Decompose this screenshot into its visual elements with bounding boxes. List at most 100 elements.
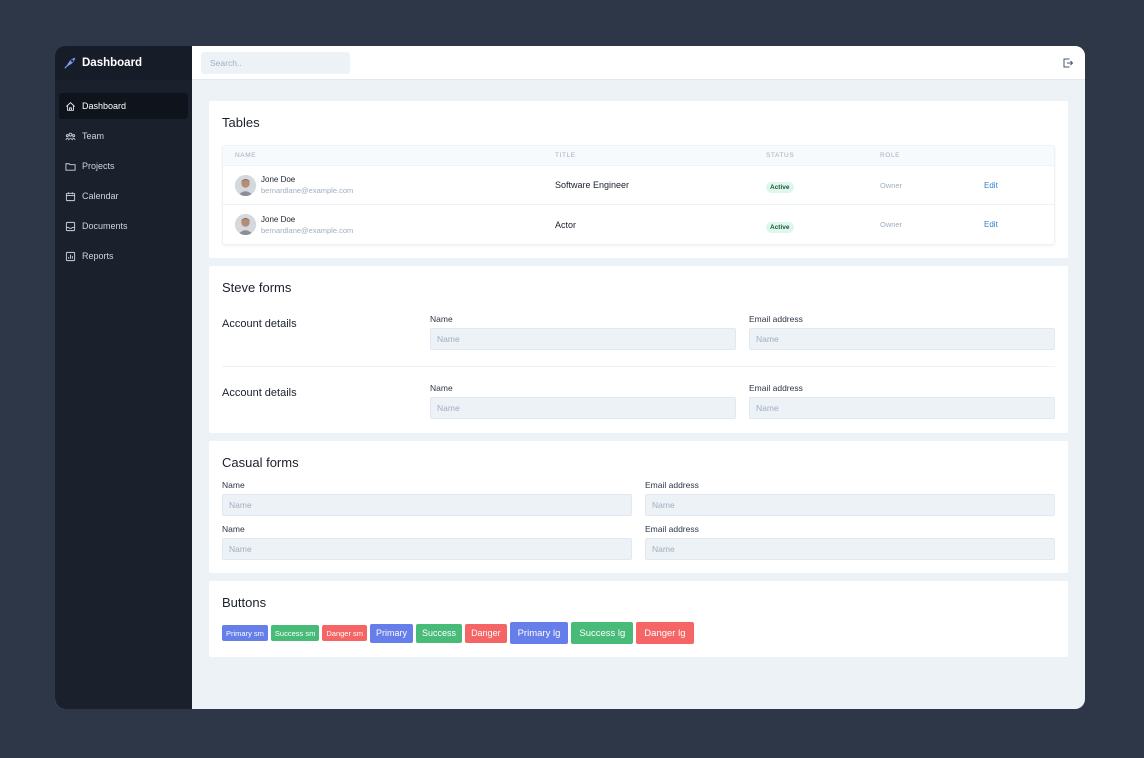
- inbox-icon: [65, 221, 76, 232]
- success-sm-button[interactable]: Success sm: [270, 625, 320, 641]
- casual-form-row: Name Email address: [222, 524, 1055, 560]
- person-email: bernardlane@example.com: [261, 225, 354, 235]
- header-title: TITLE: [555, 152, 576, 159]
- person-email: bernardlane@example.com: [261, 186, 354, 195]
- logout-icon[interactable]: [1062, 57, 1074, 69]
- header-role: ROLE: [880, 152, 901, 159]
- name-field: Name: [222, 524, 632, 560]
- sidebar-item-documents[interactable]: Documents: [59, 213, 188, 239]
- status-badge: Active: [766, 182, 794, 193]
- section-label: Account details: [222, 387, 297, 399]
- success-button[interactable]: Success: [416, 623, 463, 643]
- sidebar-nav: Dashboard Team Projects Calendar Documen…: [55, 80, 192, 269]
- search-input[interactable]: [201, 51, 350, 74]
- danger-button[interactable]: Danger: [465, 623, 507, 643]
- sidebar-item-team[interactable]: Team: [59, 123, 188, 149]
- role-cell: Owner: [880, 180, 903, 190]
- section-fields: Name Email address: [430, 383, 1055, 419]
- edit-link[interactable]: Edit: [984, 220, 998, 229]
- status-cell: Active: [766, 176, 880, 194]
- sidebar-item-projects[interactable]: Projects: [59, 153, 188, 179]
- email-label: Email address: [645, 480, 699, 490]
- email-input[interactable]: [645, 538, 1055, 560]
- brand[interactable]: Dashboard: [55, 46, 192, 80]
- app-window: Dashboard Dashboard Team Projects Calend…: [55, 46, 1085, 709]
- sidebar-item-dashboard[interactable]: Dashboard: [59, 93, 188, 119]
- email-field: Email address: [645, 480, 1055, 516]
- section-fields: Name Email address: [430, 314, 1055, 350]
- sidebar-item-label: Calendar: [82, 191, 119, 201]
- calendar-icon: [65, 191, 76, 202]
- chart-icon: [65, 251, 76, 262]
- tables-title: Tables: [222, 115, 260, 130]
- buttons-card: Buttons Primary sm Success sm Danger sm …: [209, 581, 1068, 657]
- name-input[interactable]: [222, 538, 632, 560]
- name-field: Name: [222, 480, 632, 516]
- sidebar: Dashboard Dashboard Team Projects Calend…: [55, 46, 192, 709]
- rocket-icon: [63, 56, 77, 70]
- email-input[interactable]: [749, 328, 1055, 350]
- sidebar-item-label: Team: [82, 131, 105, 141]
- job-title: Software Engineer: [555, 180, 630, 190]
- buttons-title: Buttons: [222, 595, 267, 610]
- edit-link[interactable]: Edit: [984, 181, 998, 190]
- table-header: NAME TITLE STATUS ROLE: [223, 146, 1054, 166]
- content: Tables NAME TITLE STATUS ROLE Jone Doe b…: [192, 80, 1085, 665]
- primary-lg-button[interactable]: Primary lg: [509, 622, 569, 644]
- danger-lg-button[interactable]: Danger lg: [636, 622, 694, 644]
- success-lg-button[interactable]: Success lg: [571, 622, 634, 644]
- job-title: Actor: [555, 219, 577, 230]
- avatar: [235, 214, 256, 235]
- topbar: [192, 46, 1085, 80]
- email-input[interactable]: [749, 397, 1055, 419]
- casual-form-row: Name Email address: [222, 480, 1055, 516]
- name-label: Name: [222, 524, 245, 534]
- sidebar-item-label: Documents: [82, 221, 128, 231]
- folder-icon: [65, 161, 76, 172]
- main-area: Tables NAME TITLE STATUS ROLE: [192, 46, 1085, 709]
- name-label: Name: [430, 314, 453, 324]
- status-badge: Active: [766, 221, 794, 233]
- name-label: Name: [222, 480, 245, 490]
- sidebar-item-label: Reports: [82, 251, 114, 261]
- account-details-section: Account details Name Email address: [222, 366, 1055, 419]
- button-row: Primary sm Success sm Danger sm Primary …: [222, 622, 1055, 644]
- email-label: Email address: [645, 524, 699, 534]
- email-label: Email address: [749, 314, 803, 324]
- email-field: Email address: [749, 314, 1055, 350]
- primary-sm-button[interactable]: Primary sm: [222, 625, 268, 641]
- email-field: Email address: [749, 383, 1055, 419]
- name-cell: Jone Doe bernardlane@example.com: [223, 214, 555, 235]
- header-status: STATUS: [766, 152, 795, 159]
- name-label: Name: [430, 383, 453, 393]
- casual-forms-title: Casual forms: [222, 455, 299, 470]
- steve-forms-card: Steve forms Account details Name Email a…: [209, 266, 1068, 433]
- account-details-section: Account details Name Email address: [222, 314, 1055, 366]
- person-name: Jone Doe: [261, 214, 296, 224]
- avatar: [235, 174, 256, 196]
- sidebar-item-calendar[interactable]: Calendar: [59, 183, 188, 209]
- home-icon: [65, 101, 76, 112]
- table-row: Jone Doe bernardlane@example.com Actor A…: [223, 205, 1054, 244]
- sidebar-item-reports[interactable]: Reports: [59, 243, 188, 269]
- email-input[interactable]: [645, 494, 1055, 516]
- status-cell: Active: [766, 216, 880, 234]
- sidebar-item-label: Projects: [82, 161, 115, 171]
- name-input[interactable]: [430, 328, 736, 350]
- name-cell: Jone Doe bernardlane@example.com: [223, 174, 555, 196]
- danger-sm-button[interactable]: Danger sm: [322, 625, 368, 641]
- brand-title: Dashboard: [82, 57, 143, 69]
- casual-forms-card: Casual forms Name Email address Name: [209, 441, 1068, 573]
- team-icon: [65, 131, 76, 142]
- primary-button[interactable]: Primary: [370, 623, 414, 643]
- section-label: Account details: [222, 318, 297, 330]
- steve-forms-title: Steve forms: [222, 280, 292, 295]
- name-input[interactable]: [430, 397, 736, 419]
- tables-card: Tables NAME TITLE STATUS ROLE Jone Doe b…: [209, 101, 1068, 258]
- email-label: Email address: [749, 383, 803, 393]
- email-field: Email address: [645, 524, 1055, 560]
- role-cell: Owner: [880, 220, 903, 229]
- table-row: Jone Doe bernardlane@example.com Softwar…: [223, 166, 1054, 205]
- name-field: Name: [430, 314, 736, 350]
- name-input[interactable]: [222, 494, 632, 516]
